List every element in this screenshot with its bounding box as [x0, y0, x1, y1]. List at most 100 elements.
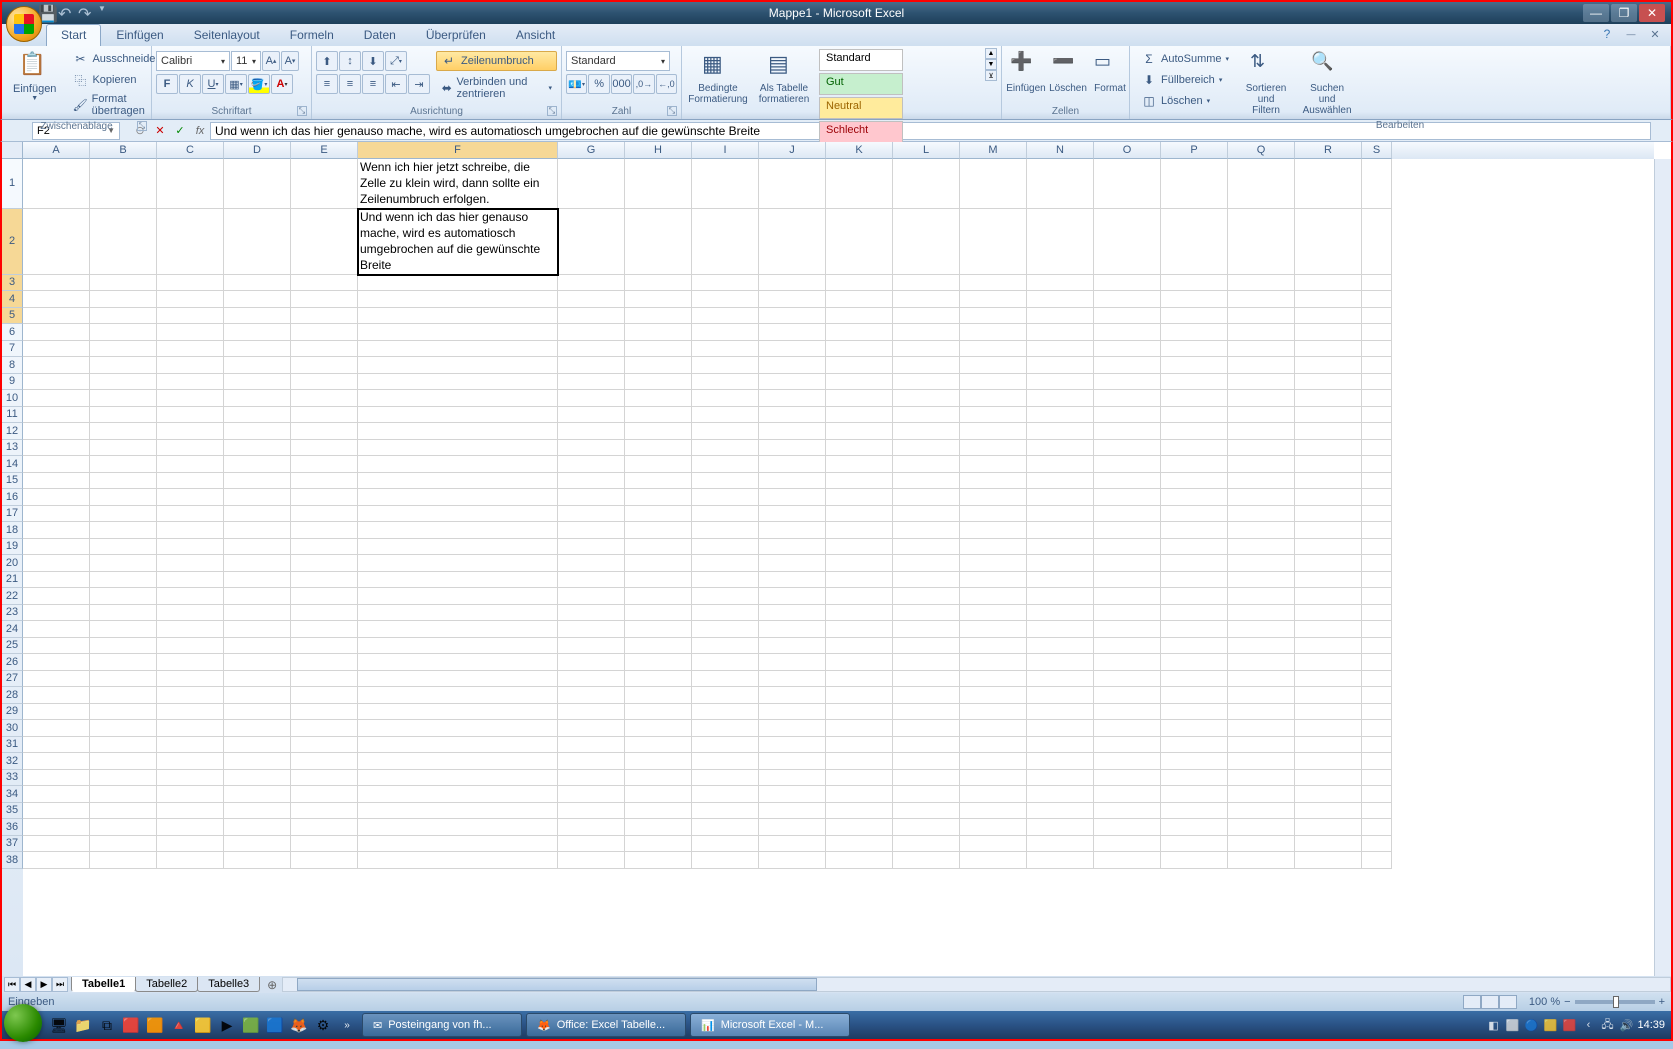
cell-R8[interactable] [1295, 357, 1362, 374]
cell-I7[interactable] [692, 341, 759, 358]
cell-A21[interactable] [23, 572, 90, 589]
cell-H5[interactable] [625, 308, 692, 325]
cell-M37[interactable] [960, 836, 1027, 853]
cell-D7[interactable] [224, 341, 291, 358]
cell-L23[interactable] [893, 605, 960, 622]
cell-O33[interactable] [1094, 770, 1161, 787]
cell-F3[interactable] [358, 275, 558, 292]
cell-G27[interactable] [558, 671, 625, 688]
cell-P36[interactable] [1161, 819, 1228, 836]
cell-I28[interactable] [692, 687, 759, 704]
cell-H3[interactable] [625, 275, 692, 292]
horizontal-scrollbar[interactable] [282, 977, 1671, 992]
cell-H8[interactable] [625, 357, 692, 374]
cell-P12[interactable] [1161, 423, 1228, 440]
cell-P26[interactable] [1161, 654, 1228, 671]
cell-F9[interactable] [358, 374, 558, 391]
cell-Q2[interactable] [1228, 209, 1295, 275]
cell-F18[interactable] [358, 522, 558, 539]
cell-J11[interactable] [759, 407, 826, 424]
cell-O18[interactable] [1094, 522, 1161, 539]
cell-F36[interactable] [358, 819, 558, 836]
cell-P3[interactable] [1161, 275, 1228, 292]
maximize-button[interactable]: ❐ [1611, 4, 1637, 22]
cell-K26[interactable] [826, 654, 893, 671]
cell-I22[interactable] [692, 588, 759, 605]
cell-N9[interactable] [1027, 374, 1094, 391]
cell-I37[interactable] [692, 836, 759, 853]
cell-K1[interactable] [826, 159, 893, 209]
col-header-Q[interactable]: Q [1228, 142, 1295, 159]
cell-E8[interactable] [291, 357, 358, 374]
cell-A5[interactable] [23, 308, 90, 325]
cell-I5[interactable] [692, 308, 759, 325]
cell-P2[interactable] [1161, 209, 1228, 275]
cell-O30[interactable] [1094, 720, 1161, 737]
cell-H28[interactable] [625, 687, 692, 704]
styles-more[interactable]: ⊻ [985, 70, 997, 81]
zoom-slider[interactable] [1575, 1000, 1655, 1004]
cell-S35[interactable] [1362, 803, 1392, 820]
tray-icon-3[interactable]: 🔵 [1523, 1017, 1539, 1033]
cell-K19[interactable] [826, 539, 893, 556]
cell-E4[interactable] [291, 291, 358, 308]
cell-P38[interactable] [1161, 852, 1228, 869]
cell-I26[interactable] [692, 654, 759, 671]
cell-H25[interactable] [625, 638, 692, 655]
cell-C18[interactable] [157, 522, 224, 539]
cell-P20[interactable] [1161, 555, 1228, 572]
font-color-button[interactable]: A▾ [271, 74, 293, 94]
cell-Q32[interactable] [1228, 753, 1295, 770]
cell-A38[interactable] [23, 852, 90, 869]
col-header-G[interactable]: G [558, 142, 625, 159]
cell-O13[interactable] [1094, 440, 1161, 457]
cell-O28[interactable] [1094, 687, 1161, 704]
cell-M24[interactable] [960, 621, 1027, 638]
cell-J28[interactable] [759, 687, 826, 704]
cell-H7[interactable] [625, 341, 692, 358]
cell-K34[interactable] [826, 786, 893, 803]
cell-K17[interactable] [826, 506, 893, 523]
row-header-33[interactable]: 33 [2, 770, 23, 787]
cell-G12[interactable] [558, 423, 625, 440]
col-header-C[interactable]: C [157, 142, 224, 159]
paste-button[interactable]: 📋 Einfügen ▼ [6, 48, 63, 120]
fx-button[interactable]: fx [190, 122, 210, 140]
cell-D20[interactable] [224, 555, 291, 572]
cell-E35[interactable] [291, 803, 358, 820]
row-header-15[interactable]: 15 [2, 473, 23, 490]
cell-A11[interactable] [23, 407, 90, 424]
cell-P24[interactable] [1161, 621, 1228, 638]
cell-F38[interactable] [358, 852, 558, 869]
cell-D8[interactable] [224, 357, 291, 374]
cell-R37[interactable] [1295, 836, 1362, 853]
cell-R20[interactable] [1295, 555, 1362, 572]
cell-H29[interactable] [625, 704, 692, 721]
cell-S2[interactable] [1362, 209, 1392, 275]
cell-L1[interactable] [893, 159, 960, 209]
cell-M6[interactable] [960, 324, 1027, 341]
cell-J15[interactable] [759, 473, 826, 490]
cell-K5[interactable] [826, 308, 893, 325]
cell-C26[interactable] [157, 654, 224, 671]
cell-S23[interactable] [1362, 605, 1392, 622]
cell-G13[interactable] [558, 440, 625, 457]
row-header-24[interactable]: 24 [2, 621, 23, 638]
style-bad[interactable]: Schlecht [819, 121, 903, 143]
cell-J1[interactable] [759, 159, 826, 209]
cell-grid[interactable]: Wenn ich hier jetzt schreibe, die Zelle … [23, 159, 1654, 976]
cell-J6[interactable] [759, 324, 826, 341]
cell-A32[interactable] [23, 753, 90, 770]
cell-M9[interactable] [960, 374, 1027, 391]
cell-B23[interactable] [90, 605, 157, 622]
zoom-out-button[interactable]: − [1564, 996, 1570, 1008]
cell-A20[interactable] [23, 555, 90, 572]
cell-C9[interactable] [157, 374, 224, 391]
cell-A2[interactable] [23, 209, 90, 275]
cell-O10[interactable] [1094, 390, 1161, 407]
align-center-button[interactable]: ≡ [339, 74, 361, 94]
cell-S28[interactable] [1362, 687, 1392, 704]
next-sheet-button[interactable]: ▶ [36, 977, 52, 992]
cell-J7[interactable] [759, 341, 826, 358]
cell-M34[interactable] [960, 786, 1027, 803]
